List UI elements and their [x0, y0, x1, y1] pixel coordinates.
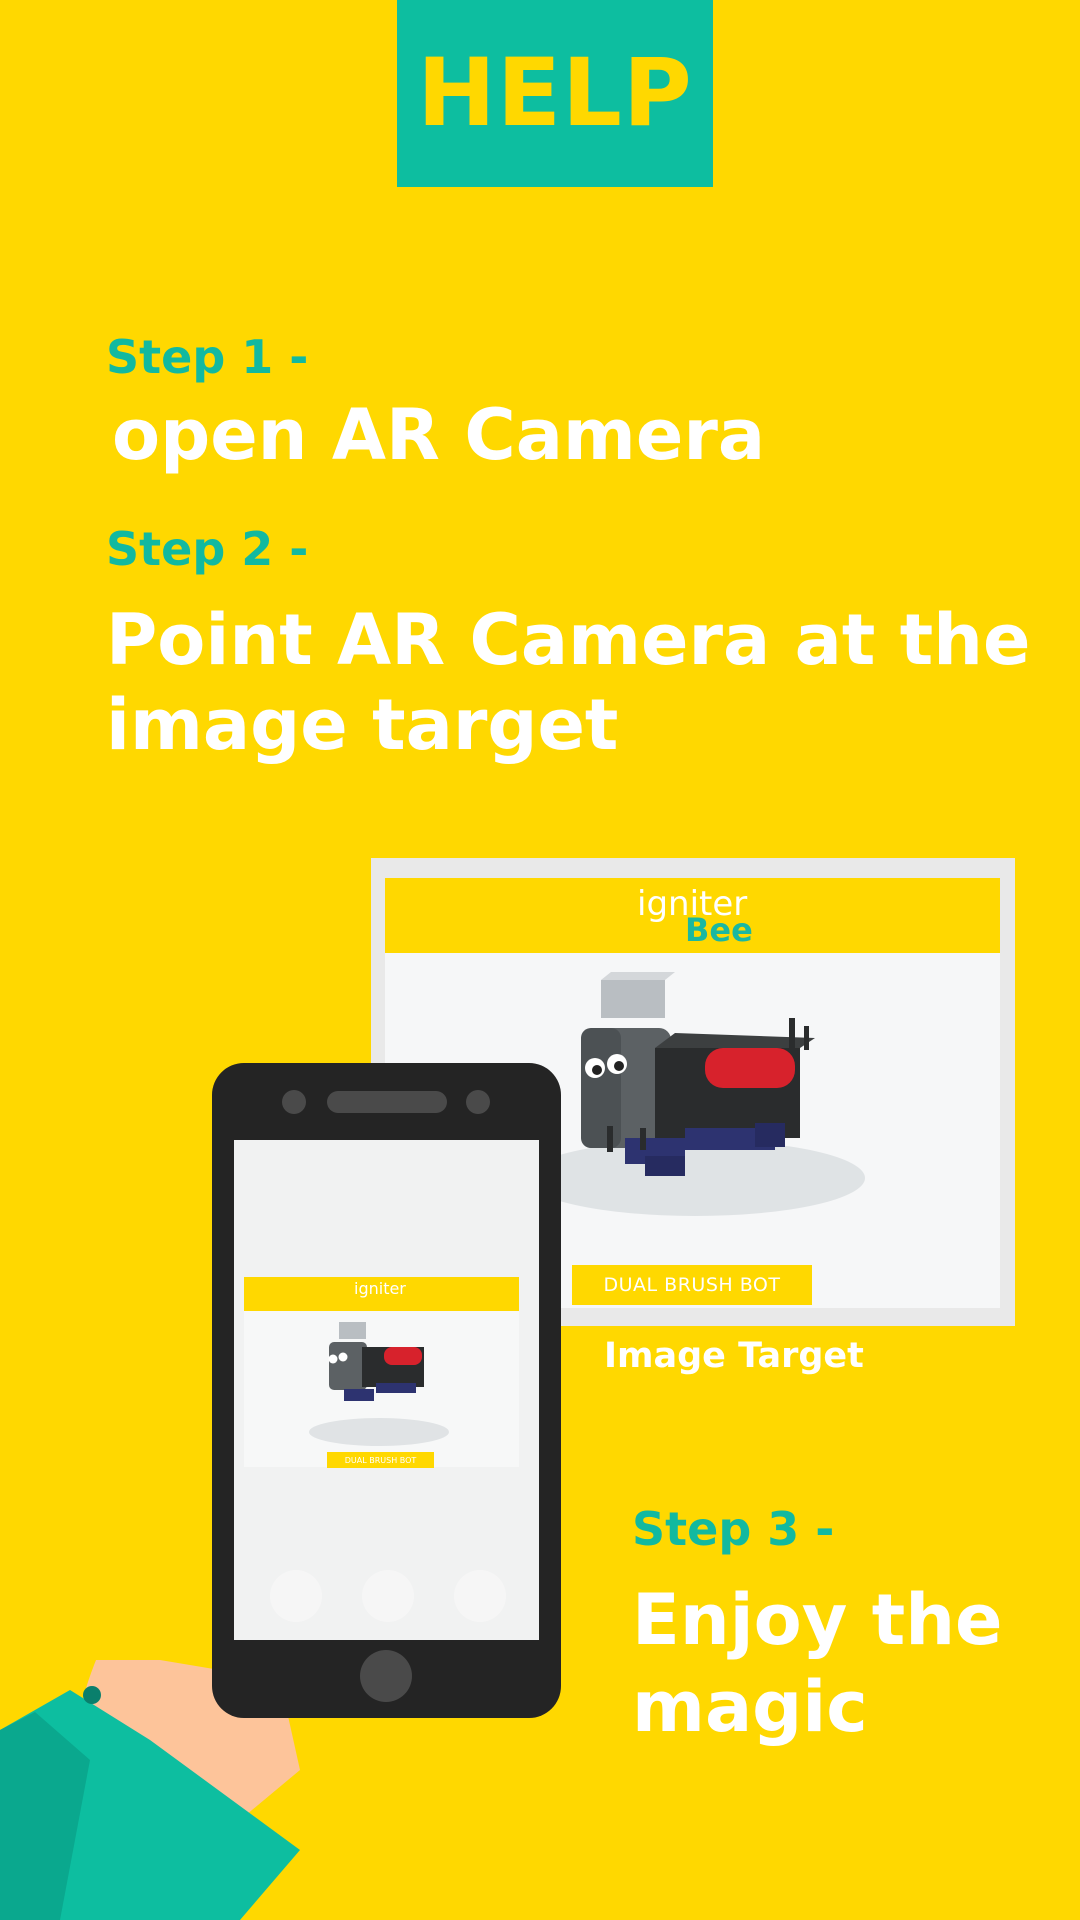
step-1-text: open AR Camera [112, 394, 766, 476]
product-label: DUAL BRUSH BOT [603, 1274, 781, 1296]
step-1-label: Step 1 - [106, 330, 309, 384]
ar-dot-icon [454, 1570, 506, 1622]
step-2-text-line2: image target [106, 684, 619, 766]
step-3-label: Step 3 - [632, 1502, 835, 1556]
page-title: HELP [417, 39, 693, 148]
phone-product-label: DUAL BRUSH BOT [344, 1455, 417, 1465]
phone-screen: igniter DUAL BRUSH BOT [234, 1140, 539, 1640]
phone-camera-icon [282, 1090, 306, 1114]
phone-speaker [327, 1091, 447, 1113]
help-header: HELP [397, 0, 713, 187]
phone-target-preview: igniter DUAL BRUSH BOT [244, 1277, 519, 1468]
step-2-text-line1: Point AR Camera at the [106, 599, 1031, 681]
image-target-caption: Image Target [604, 1336, 864, 1376]
step-3-text-line1: Enjoy the [632, 1579, 1003, 1661]
step-3-text-line2: magic [632, 1666, 868, 1748]
product-label-box: DUAL BRUSH BOT [572, 1265, 812, 1305]
phone-product-label-box: DUAL BRUSH BOT [327, 1452, 434, 1468]
step-2-label: Step 2 - [106, 522, 309, 576]
home-button-icon [360, 1650, 412, 1702]
ar-dot-icon [270, 1570, 322, 1622]
phone-robot-illustration [309, 1322, 449, 1446]
phone-sensor-icon [466, 1090, 490, 1114]
ar-dot-icon [362, 1570, 414, 1622]
phone-illustration: igniter DUAL BRUSH BOT [212, 1063, 561, 1718]
